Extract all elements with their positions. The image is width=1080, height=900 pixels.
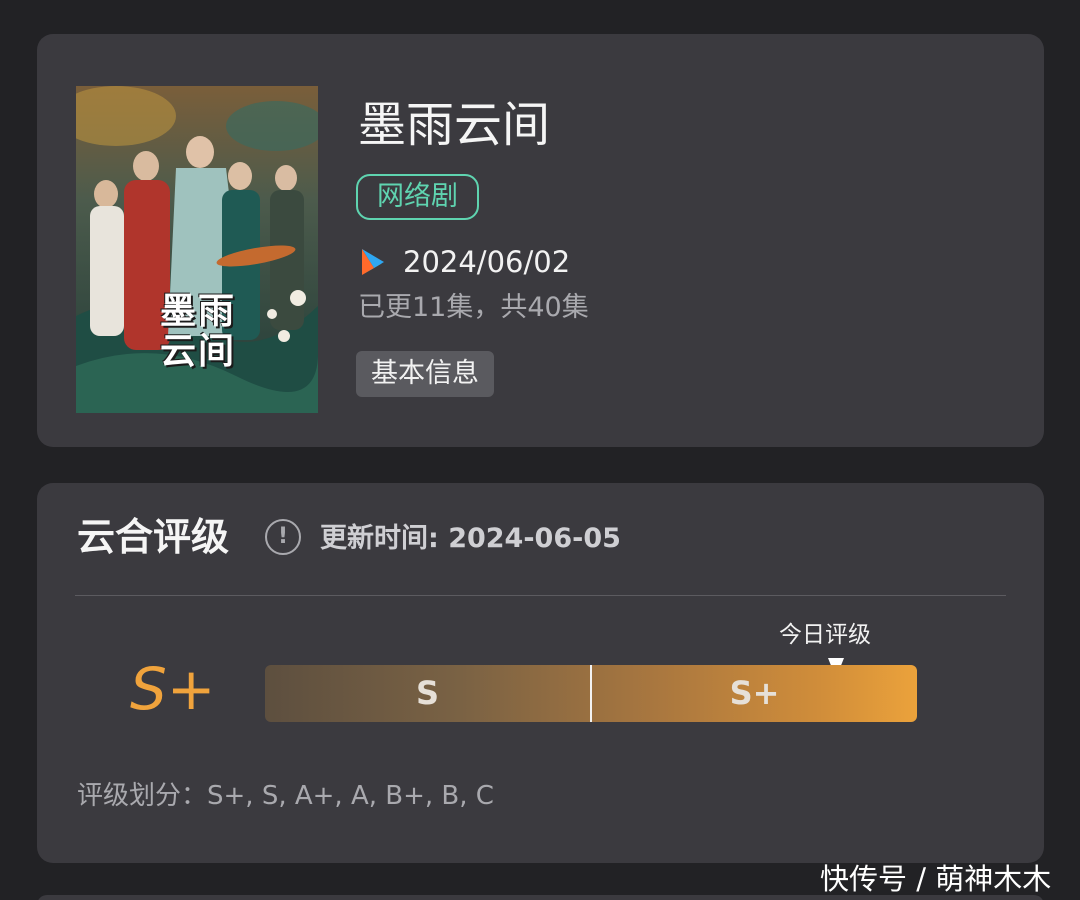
update-time: 更新时间: 2024-06-05 xyxy=(320,523,621,554)
divider xyxy=(75,595,1006,596)
poster-title-line1: 墨雨 xyxy=(160,290,237,332)
rating-card: 云合评级 ! 更新时间: 2024-06-05 S+ 今日评级 S S+ 评级划… xyxy=(37,483,1044,863)
type-tag: 网络剧 xyxy=(356,174,479,220)
info-circle-icon[interactable]: ! xyxy=(265,519,301,555)
grade-segment-s: S xyxy=(415,674,440,712)
grade-segment-s-plus: S+ xyxy=(729,674,780,712)
rating-title: 云合评级 xyxy=(77,515,230,559)
show-card: 墨雨 云间 墨雨云间 网络剧 2024/06/02 已更11集，共40集 基本信… xyxy=(37,34,1044,447)
basic-info-button[interactable]: 基本信息 xyxy=(356,351,494,397)
tier-description: 评级划分：S+, S, A+, A, B+, B, C xyxy=(77,781,494,811)
show-poster[interactable]: 墨雨 云间 xyxy=(76,86,318,413)
show-title: 墨雨云间 xyxy=(358,97,551,153)
air-date: 2024/06/02 xyxy=(403,245,571,279)
watermark: 快传号 / 萌神木木 xyxy=(820,862,1052,896)
episode-progress: 已更11集，共40集 xyxy=(358,292,589,323)
grade-bar: S S+ xyxy=(265,665,917,722)
poster-title: 墨雨 云间 xyxy=(160,291,236,371)
current-grade: S+ xyxy=(130,655,216,723)
youku-play-icon xyxy=(362,249,384,275)
today-rating-label: 今日评级 xyxy=(779,622,871,648)
poster-title-line2: 云间 xyxy=(160,330,237,372)
